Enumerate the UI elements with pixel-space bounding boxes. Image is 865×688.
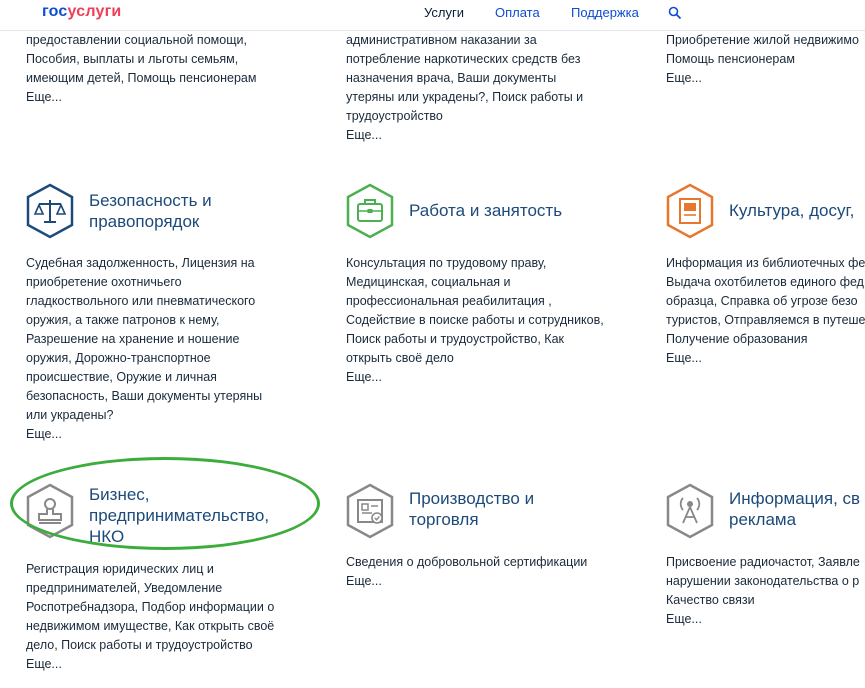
category-description-culture: Информация из библиотечных фе Выдача охо… [666,254,865,368]
desc-line: Регистрация юридических лиц и [26,562,214,576]
more-link[interactable]: Еще... [346,368,646,387]
desc-line: недвижимом имуществе, Как открыть своё [26,619,275,633]
desc-line: нарушении законодательства о р [666,574,860,588]
title-line: Информация, св [729,489,861,508]
more-link[interactable]: Еще... [666,69,865,88]
desc-line: Качество связи [666,593,755,607]
desc-line: оружия, Дорожно-транспортное [26,351,211,365]
desc-line: Пособия, выплаты и льготы семьям, [26,52,239,66]
nav-services[interactable]: Услуги [424,5,464,20]
category-health-partial: административном наказании за потреблени… [346,31,646,145]
gosuslugi-logo[interactable]: госуслуги [42,3,121,21]
nav-payment[interactable]: Оплата [495,5,540,20]
desc-line: Разрешение на хранение и ношение [26,332,240,346]
desc-line: дело, Поиск работы и трудоустройство [26,638,253,652]
desc-line: имеющим детей, Помощь пенсионерам [26,71,257,85]
desc-line: приобретение охотничьего [26,275,182,289]
title-line: торговля [409,510,479,529]
nav-support[interactable]: Поддержка [571,5,639,20]
desc-line: назначения врача, Ваши документы [346,71,557,85]
desc-line: Поиск работы и трудоустройство, Как [346,332,565,346]
title-line: Безопасность и [89,191,212,210]
title-line: Бизнес, [89,485,150,504]
stamp-icon[interactable] [24,482,76,540]
desc-line: туристов, Отправляемся в путеше [666,313,865,327]
title-line: Производство и [409,489,535,508]
scales-icon[interactable] [24,182,76,240]
desc-line: утеряны или украдены?, Поиск работы и [346,90,584,104]
title-line: Работа и занятость [409,201,563,220]
category-description-information: Присвоение радиочастот, Заявле нарушении… [666,553,865,629]
category-description-security: Судебная задолженность, Лицензия на прио… [26,254,326,444]
title-line: Культура, досуг, [729,201,855,220]
title-line: реклама [729,510,797,529]
category-description: предоставлении социальной помощи, Пособи… [26,31,326,88]
desc-line: Судебная задолженность, Лицензия на [26,256,255,270]
desc-line: Выдача охотбилетов единого фед [666,275,864,289]
more-link[interactable]: Еще... [26,655,326,674]
desc-line: открыть своё дело [346,351,454,365]
desc-line: гладкоствольного или пневматического [26,294,256,308]
category-description: Приобретение жилой недвижимо Помощь пенс… [666,31,865,69]
desc-line: Сведения о добровольной сертификации [346,555,588,569]
category-title-security[interactable]: Безопасность и правопорядок [89,190,309,232]
desc-line: происшествие, Оружие и личная [26,370,217,384]
desc-line: Роспотребнадзора, Подбор информации о [26,600,275,614]
category-description-business: Регистрация юридических лиц и предприним… [26,560,326,674]
desc-line: административном наказании за [346,33,537,47]
more-link[interactable]: Еще... [346,126,646,145]
category-description-production: Сведения о добровольной сертификации Еще… [346,553,646,591]
desc-line: Получение образования [666,332,808,346]
search-icon[interactable] [668,6,682,20]
antenna-icon[interactable] [664,482,716,540]
desc-line: Консультация по трудовому праву, [346,256,547,270]
title-line: предпринимательство, [89,506,270,525]
category-title-work[interactable]: Работа и занятость [409,200,629,221]
category-description: административном наказании за потреблени… [346,31,646,126]
category-title-culture[interactable]: Культура, досуг, [729,200,865,221]
desc-line: профессиональная реабилитация , [346,294,552,308]
title-line: НКО [89,527,125,546]
desc-line: Помощь пенсионерам [666,52,795,66]
desc-line: предоставлении социальной помощи, [26,33,247,47]
category-title-information[interactable]: Информация, св реклама [729,488,865,530]
category-title-production[interactable]: Производство и торговля [409,488,629,530]
desc-line: предпринимателей, Уведомление [26,581,223,595]
more-link[interactable]: Еще... [26,88,326,107]
desc-line: Медицинская, социальная и [346,275,511,289]
category-social-partial: предоставлении социальной помощи, Пособи… [26,31,326,107]
logo-part-uslugi: услуги [67,3,122,20]
desc-line: безопасность, Ваши документы утеряны [26,389,263,403]
book-icon[interactable] [664,182,716,240]
category-description-work: Консультация по трудовому праву, Медицин… [346,254,646,387]
more-link[interactable]: Еще... [666,610,865,629]
desc-line: Содействие в поиске работы и сотрудников… [346,313,604,327]
category-family-partial: Приобретение жилой недвижимо Помощь пенс… [666,31,865,88]
top-navigation-bar: госуслуги Услуги Оплата Поддержка [0,0,865,31]
desc-line: Информация из библиотечных фе [666,256,865,270]
certificate-icon[interactable] [344,482,396,540]
desc-line: образца, Справка об угрозе безо [666,294,858,308]
title-line: правопорядок [89,212,200,231]
logo-part-gos: гос [42,3,68,20]
category-title-business[interactable]: Бизнес, предпринимательство, НКО [89,484,319,547]
briefcase-icon[interactable] [344,182,396,240]
desc-line: потребление наркотических средств без [346,52,581,66]
desc-line: оружия, а также патронов к нему, [26,313,220,327]
more-link[interactable]: Еще... [666,349,865,368]
more-link[interactable]: Еще... [26,425,326,444]
more-link[interactable]: Еще... [346,572,646,591]
desc-line: трудоустройство [346,109,443,123]
desc-line: или украдены? [26,408,114,422]
desc-line: Приобретение жилой недвижимо [666,33,859,47]
desc-line: Присвоение радиочастот, Заявле [666,555,860,569]
